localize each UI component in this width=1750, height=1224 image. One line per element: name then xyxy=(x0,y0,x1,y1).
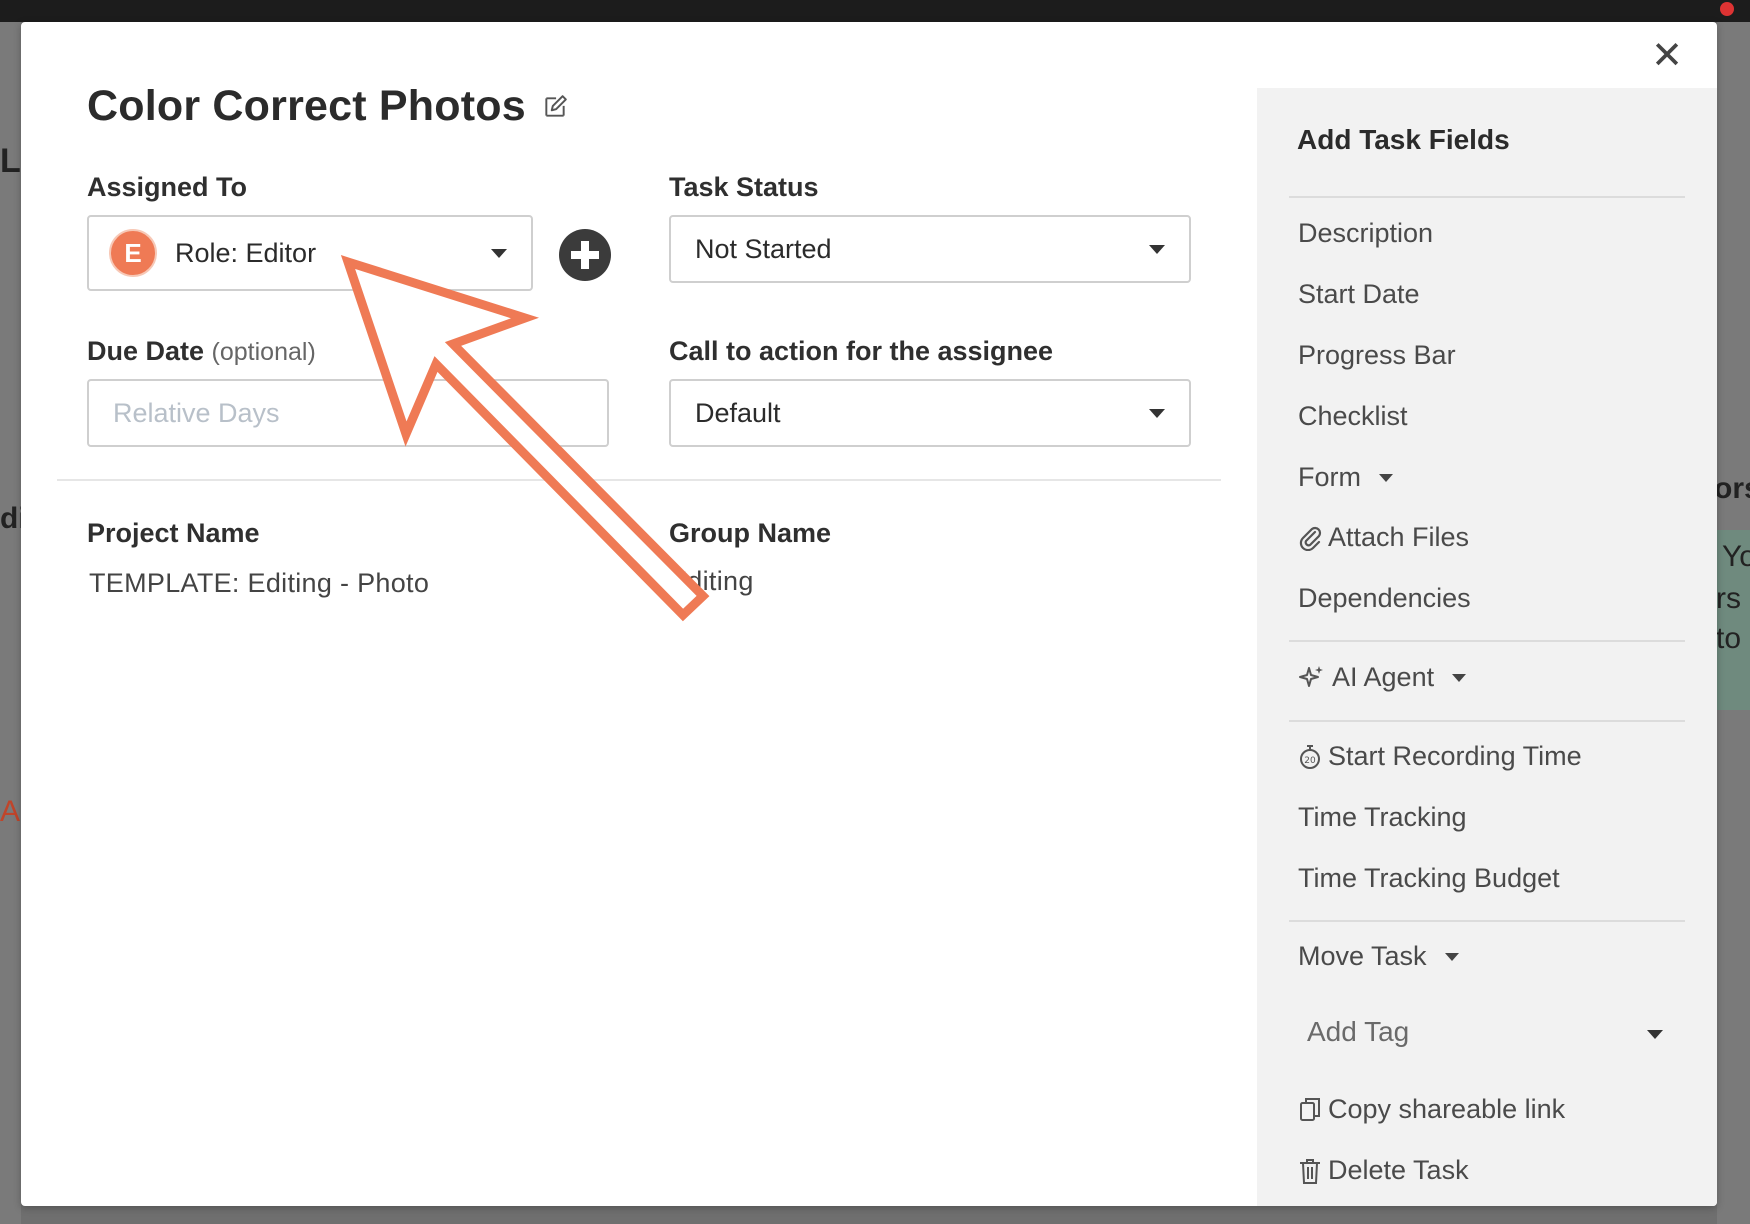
chevron-down-icon xyxy=(491,249,507,258)
due-date-label-text: Due Date xyxy=(87,336,205,366)
add-task-fields-panel: Add Task Fields Description Start Date P… xyxy=(1257,88,1717,1206)
side-panel-title: Add Task Fields xyxy=(1297,124,1510,155)
add-tag-placeholder: Add Tag xyxy=(1307,1016,1410,1047)
side-item-label: Attach Files xyxy=(1328,522,1470,552)
chevron-down-icon xyxy=(1149,245,1165,254)
group-name-label: Group Name xyxy=(669,518,832,548)
add-tag-select[interactable]: Add Tag xyxy=(1287,1006,1683,1062)
paperclip-icon xyxy=(1298,525,1322,551)
side-item-label: Delete Task xyxy=(1328,1155,1469,1185)
background-text-fragment: rs xyxy=(1716,582,1741,615)
stopwatch-icon: 20 xyxy=(1298,743,1322,771)
background-text-fragment: ors xyxy=(1714,472,1750,505)
call-to-action-label: Call to action for the assignee xyxy=(669,336,1054,366)
divider xyxy=(1289,196,1685,198)
side-item-label: Form xyxy=(1298,462,1361,492)
call-to-action-select[interactable]: Default xyxy=(669,379,1191,447)
divider xyxy=(57,479,1221,481)
trash-icon xyxy=(1298,1157,1322,1185)
side-item-label: Move Task xyxy=(1298,941,1427,971)
project-name-value: TEMPLATE: Editing - Photo xyxy=(89,568,430,598)
side-item-label: Start Recording Time xyxy=(1328,741,1582,771)
add-checklist[interactable]: Checklist xyxy=(1298,401,1408,432)
start-recording-time[interactable]: 20 Start Recording Time xyxy=(1298,741,1582,772)
attach-files[interactable]: Attach Files xyxy=(1298,522,1469,553)
divider xyxy=(1289,720,1685,722)
assignee-value: Role: Editor xyxy=(175,237,317,268)
edit-icon[interactable] xyxy=(542,94,568,120)
task-status-select[interactable]: Not Started xyxy=(669,215,1191,283)
project-name-label: Project Name xyxy=(87,518,260,548)
task-title: Color Correct Photos xyxy=(87,82,526,130)
side-item-label: Progress Bar xyxy=(1298,340,1456,370)
chevron-down-icon xyxy=(1149,409,1165,418)
assignee-select[interactable]: E Role: Editor xyxy=(87,215,533,291)
copy-shareable-link[interactable]: Copy shareable link xyxy=(1298,1094,1565,1125)
delete-task[interactable]: Delete Task xyxy=(1298,1155,1469,1186)
side-item-label: Checklist xyxy=(1298,401,1408,431)
divider xyxy=(1289,920,1685,922)
add-progress-bar[interactable]: Progress Bar xyxy=(1298,340,1456,371)
add-form-dropdown[interactable]: Form xyxy=(1298,462,1393,493)
avatar: E xyxy=(109,229,157,277)
task-status-label: Task Status xyxy=(669,172,819,202)
background-topbar xyxy=(0,0,1750,22)
side-item-label: Description xyxy=(1298,218,1434,248)
chevron-down-icon xyxy=(1452,673,1467,682)
chevron-down-icon xyxy=(1647,1030,1663,1039)
side-item-label: Dependencies xyxy=(1298,583,1471,613)
chevron-down-icon xyxy=(1444,952,1459,961)
ai-agent-dropdown[interactable]: AI Agent xyxy=(1298,662,1467,693)
background-text-fragment: Yo xyxy=(1722,540,1750,573)
side-item-label: Time Tracking xyxy=(1298,802,1467,832)
call-to-action-value: Default xyxy=(695,397,781,428)
close-icon[interactable]: ✕ xyxy=(1647,36,1687,76)
background-text-fragment: L xyxy=(0,142,21,180)
title-row: Color Correct Photos xyxy=(87,82,568,131)
add-start-date[interactable]: Start Date xyxy=(1298,279,1420,310)
time-tracking-budget[interactable]: Time Tracking Budget xyxy=(1298,863,1560,894)
task-status-value: Not Started xyxy=(695,233,832,264)
sparkle-icon xyxy=(1298,664,1326,692)
task-modal: ✕ Color Correct Photos Assigned To E Rol… xyxy=(21,22,1717,1206)
background-text-fragment: A xyxy=(0,795,21,828)
side-item-label: Start Date xyxy=(1298,279,1420,309)
side-item-label: Time Tracking Budget xyxy=(1298,863,1560,893)
relative-days-input[interactable]: Relative Days xyxy=(87,379,609,447)
svg-text:20: 20 xyxy=(1304,756,1316,766)
background-text-fragment: to xyxy=(1716,622,1742,655)
time-tracking[interactable]: Time Tracking xyxy=(1298,802,1467,833)
add-description[interactable]: Description xyxy=(1298,218,1433,249)
move-task-dropdown[interactable]: Move Task xyxy=(1298,941,1459,972)
add-dependencies[interactable]: Dependencies xyxy=(1298,583,1471,614)
divider xyxy=(1289,640,1685,642)
copy-icon xyxy=(1298,1096,1322,1124)
side-item-label: Copy shareable link xyxy=(1328,1094,1566,1124)
group-name-value: Editing xyxy=(669,566,754,596)
due-date-label: Due Date (optional) xyxy=(87,336,316,367)
background-left xyxy=(0,22,21,1224)
assigned-to-label: Assigned To xyxy=(87,172,248,202)
add-assignee-icon[interactable] xyxy=(559,229,611,281)
chevron-down-icon xyxy=(1379,473,1393,482)
notification-dot xyxy=(1720,2,1734,16)
optional-hint: (optional) xyxy=(211,338,316,366)
side-item-label: AI Agent xyxy=(1332,662,1435,692)
